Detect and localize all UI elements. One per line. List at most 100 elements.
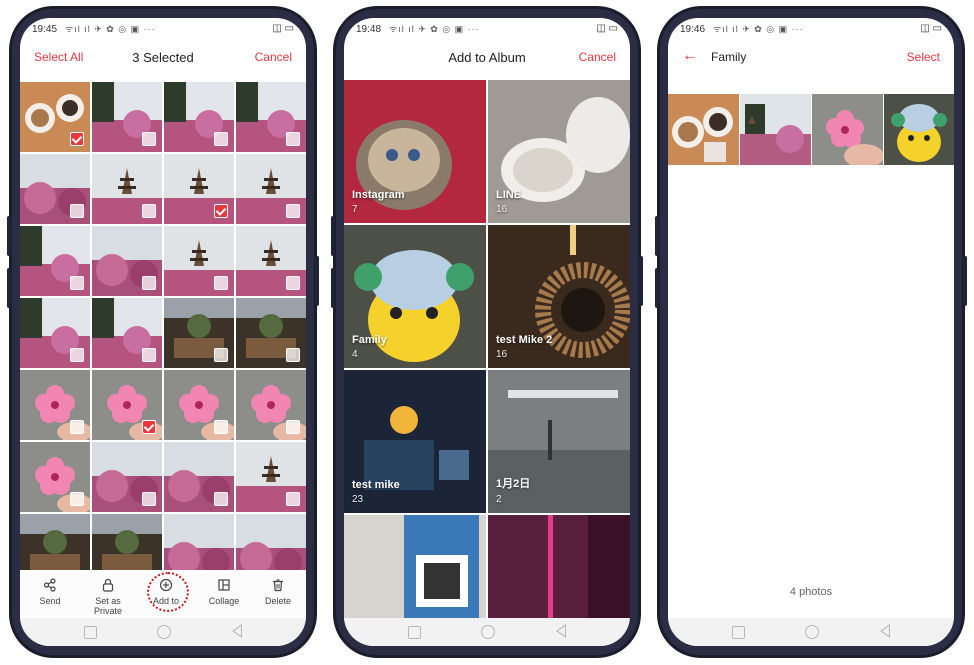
photo-cell[interactable] (92, 82, 162, 152)
photo-cell[interactable] (92, 514, 162, 570)
share-icon (22, 578, 78, 596)
phone-1-frame: 19:45 ᯤıl ıl ✈ ✿ ◎ ▣ ··· ◫ ▭ Select All … (7, 6, 319, 658)
selection-checkbox[interactable] (286, 420, 300, 434)
selection-checkbox[interactable] (70, 276, 84, 290)
album-tile[interactable]: Family 4 (344, 225, 486, 368)
status-icons: ᯤıl ıl ✈ ✿ ◎ ▣ ··· (389, 24, 480, 34)
photo-cell[interactable] (236, 370, 306, 440)
photo-cell[interactable] (20, 298, 90, 368)
selection-checkbox[interactable] (142, 492, 156, 506)
volume-button (7, 216, 11, 256)
recent-apps-button[interactable] (408, 626, 421, 639)
highlight-circle (147, 572, 189, 612)
recent-apps-button[interactable] (84, 626, 97, 639)
selection-checkbox[interactable] (214, 204, 228, 218)
album-name: LINE (496, 189, 522, 201)
power-button (315, 256, 319, 306)
photo-count: 4 photos (789, 586, 833, 598)
gallery-select-screen: 19:45 ᯤıl ıl ✈ ✿ ◎ ▣ ··· ◫ ▭ Select All … (20, 18, 306, 646)
selection-checkbox[interactable] (142, 348, 156, 362)
photo-cell[interactable] (164, 370, 234, 440)
status-icons: ᯤıl ıl ✈ ✿ ◎ ▣ ··· (65, 24, 156, 34)
photo-cell[interactable] (20, 514, 90, 570)
recent-apps-button[interactable] (732, 626, 745, 639)
photo-cell[interactable] (92, 154, 162, 224)
set-private-button[interactable]: Set as Private (80, 578, 136, 616)
album-tile[interactable]: test mike 23 (344, 370, 486, 513)
volume-button (331, 268, 335, 308)
photo-cell[interactable] (20, 226, 90, 296)
cancel-button[interactable]: Cancel (579, 50, 616, 64)
selection-checkbox[interactable] (214, 420, 228, 434)
photo-cell[interactable] (164, 154, 234, 224)
photo-cell[interactable] (92, 442, 162, 512)
photo-cell[interactable] (164, 514, 234, 570)
selection-checkbox[interactable] (142, 132, 156, 146)
photo-cell[interactable] (92, 370, 162, 440)
photo-cell[interactable] (164, 442, 234, 512)
photo-cell[interactable] (20, 82, 90, 152)
photo-thumb-flower[interactable] (812, 94, 883, 165)
selection-checkbox[interactable] (142, 276, 156, 290)
delete-button[interactable]: Delete (250, 578, 306, 606)
selection-checkbox[interactable] (142, 420, 156, 434)
collage-button[interactable]: Collage (196, 578, 252, 606)
status-bar: 19:46 ᯤıl ıl ✈ ✿ ◎ ▣ ··· ◫ ▭ (668, 18, 954, 40)
back-arrow-icon[interactable]: ← (682, 47, 698, 65)
photo-cell[interactable] (236, 298, 306, 368)
album-tile[interactable]: LINE 16 (488, 80, 630, 223)
photo-cell[interactable] (236, 82, 306, 152)
photo-cell[interactable] (92, 226, 162, 296)
photo-cell[interactable] (164, 226, 234, 296)
photo-cell[interactable] (236, 154, 306, 224)
selection-checkbox[interactable] (286, 276, 300, 290)
photo-cell[interactable] (20, 154, 90, 224)
photo-cell[interactable] (92, 298, 162, 368)
cancel-button[interactable]: Cancel (255, 50, 292, 64)
back-button[interactable] (232, 624, 242, 638)
status-time: 19:48 (356, 24, 382, 35)
home-button[interactable] (481, 625, 495, 639)
photo-cell[interactable] (236, 226, 306, 296)
album-count: 7 (352, 204, 358, 215)
selection-checkbox[interactable] (286, 348, 300, 362)
back-button[interactable] (880, 624, 890, 638)
send-button[interactable]: Send (22, 578, 78, 606)
selection-checkbox[interactable] (70, 348, 84, 362)
photo-cell[interactable] (236, 514, 306, 570)
album-tile[interactable]: Instagram 7 (344, 80, 486, 223)
photo-cell[interactable] (20, 370, 90, 440)
select-button[interactable]: Select (907, 50, 940, 64)
selection-checkbox[interactable] (70, 204, 84, 218)
delete-label: Delete (264, 596, 291, 606)
nav-bar (344, 618, 630, 646)
photo-cell[interactable] (20, 442, 90, 512)
selection-checkbox[interactable] (214, 492, 228, 506)
album-tile[interactable]: 1月2日 2 (488, 370, 630, 513)
selection-checkbox[interactable] (70, 132, 84, 146)
nav-bar (668, 618, 954, 646)
home-button[interactable] (157, 625, 171, 639)
photo-thumb-coffee[interactable] (668, 94, 739, 165)
back-button[interactable] (556, 624, 566, 638)
selection-checkbox[interactable] (142, 204, 156, 218)
album-name: test mike (352, 479, 400, 491)
selection-checkbox[interactable] (70, 492, 84, 506)
selection-checkbox[interactable] (286, 132, 300, 146)
selection-checkbox[interactable] (214, 276, 228, 290)
status-time: 19:45 (32, 24, 58, 35)
photo-cell[interactable] (164, 82, 234, 152)
selection-checkbox[interactable] (214, 132, 228, 146)
photo-cell[interactable] (164, 298, 234, 368)
photo-thumb-pagoda[interactable] (740, 94, 811, 165)
photo-thumb-pikachu[interactable] (884, 94, 954, 165)
selection-checkbox[interactable] (214, 348, 228, 362)
status-time: 19:46 (680, 24, 706, 35)
selection-checkbox[interactable] (286, 204, 300, 218)
battery-icon: ◫ ▭ (596, 23, 618, 34)
album-tile[interactable]: test Mike 2 16 (488, 225, 630, 368)
selection-checkbox[interactable] (70, 420, 84, 434)
home-button[interactable] (805, 625, 819, 639)
photo-cell[interactable] (236, 442, 306, 512)
selection-checkbox[interactable] (286, 492, 300, 506)
